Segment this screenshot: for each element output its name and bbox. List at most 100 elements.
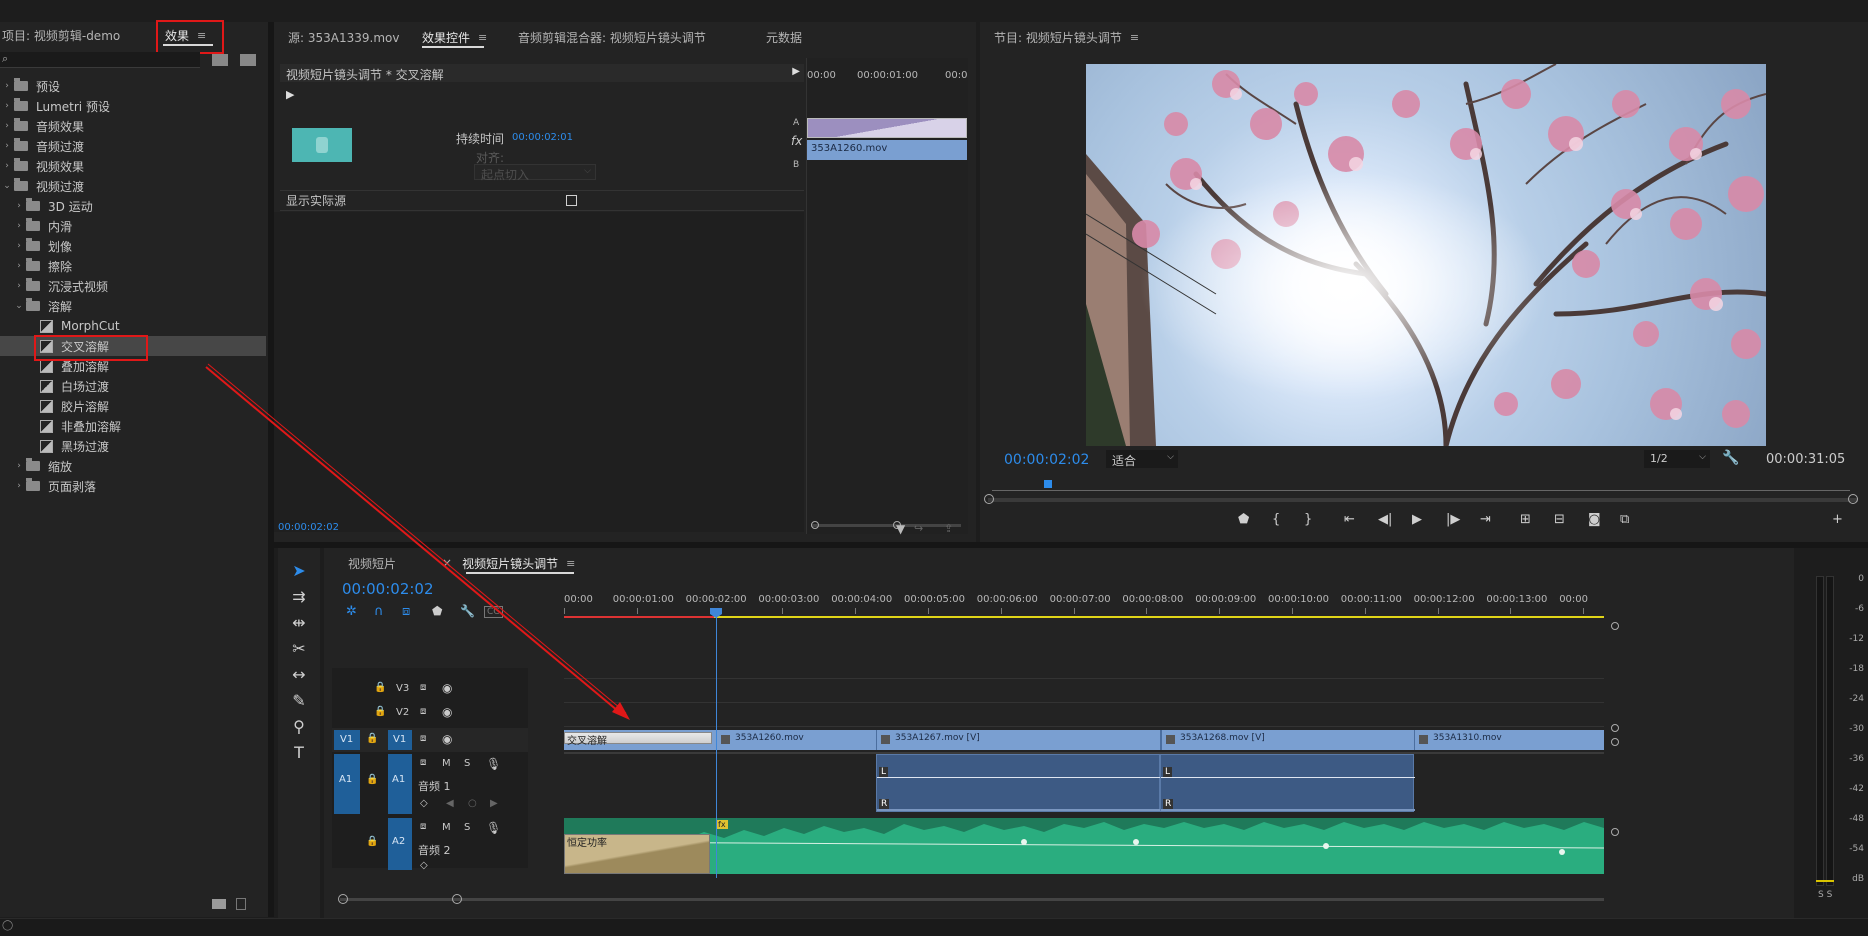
go-to-in-icon[interactable]: ⇤	[1344, 512, 1355, 527]
chevron-icon[interactable]: ›	[12, 461, 26, 471]
pen-tool-icon[interactable]: ✎	[288, 690, 310, 712]
tree-item[interactable]: ⌄ 溶解	[0, 296, 266, 316]
resolution-select[interactable]: 1/2 ⌵	[1644, 450, 1710, 468]
duration-value[interactable]: 00:00:02:01	[512, 132, 573, 143]
audio-clip-a1-2[interactable]: L R	[1160, 754, 1415, 812]
sync-lock-icon[interactable]: ⧈	[420, 733, 426, 744]
play-button-icon[interactable]: ▶	[1412, 512, 1422, 527]
microphone-icon[interactable]: 🎙	[486, 757, 501, 771]
audio-transition-block[interactable]: 恒定功率	[564, 834, 710, 874]
chevron-icon[interactable]: ›	[0, 161, 14, 171]
chevron-icon[interactable]: ›	[0, 101, 14, 111]
timeline-timecode[interactable]: 00:00:02:02	[342, 580, 434, 598]
chevron-icon[interactable]: ›	[12, 221, 26, 231]
play-preview-icon[interactable]: ▶	[286, 88, 294, 101]
program-timecode[interactable]: 00:00:02:02	[1004, 452, 1089, 468]
keyframe-diamond-icon[interactable]: ◇	[420, 860, 428, 871]
prev-keyframe-icon[interactable]: ◀	[446, 798, 454, 809]
add-marker-icon[interactable]: ⬟	[432, 604, 442, 618]
tree-item[interactable]: › 3D 运动	[0, 196, 266, 216]
sync-lock-icon[interactable]: ⧈	[420, 821, 426, 832]
tab-source[interactable]: 源: 353A1339.mov	[288, 26, 399, 48]
lift-icon[interactable]: ⊞	[1520, 512, 1531, 527]
sync-lock-icon[interactable]: ⧈	[420, 682, 426, 693]
tree-item[interactable]: › Lumetri 预设	[0, 96, 266, 116]
tree-item[interactable]: › 沉浸式视频	[0, 276, 266, 296]
microphone-icon[interactable]: 🎙	[486, 821, 501, 835]
lock-icon[interactable]: 🔒	[374, 706, 386, 717]
tree-item[interactable]: 非叠加溶解	[0, 416, 266, 436]
chevron-icon[interactable]: ›	[12, 281, 26, 291]
solo-button[interactable]: S	[464, 822, 470, 833]
video-clip-4[interactable]: 353A1310.mov	[1414, 730, 1604, 750]
eye-icon[interactable]: ◉	[442, 681, 452, 695]
eye-icon[interactable]: ◉	[442, 705, 452, 719]
chevron-icon[interactable]: ›	[12, 481, 26, 491]
track-v3-label[interactable]: V3	[396, 683, 409, 694]
selection-tool-icon[interactable]: ➤	[288, 560, 310, 582]
tree-item[interactable]: › 音频效果	[0, 116, 266, 136]
tab-sequence-1[interactable]: 视频短片	[348, 552, 396, 574]
lock-icon[interactable]: 🔒	[366, 733, 378, 744]
mark-in-icon[interactable]: {	[1272, 512, 1280, 527]
audio-clip-a2[interactable]: 恒定功率 fx	[564, 818, 1604, 874]
tree-item[interactable]: › 划像	[0, 236, 266, 256]
new-bin-icon[interactable]	[212, 54, 228, 66]
target-a2[interactable]: A2	[388, 818, 412, 870]
add-keyframe-icon[interactable]: ○	[468, 798, 477, 809]
tree-item[interactable]: › 内滑	[0, 216, 266, 236]
sync-lock-icon[interactable]: ⧈	[420, 706, 426, 717]
go-to-out-icon[interactable]: ⇥	[1480, 512, 1491, 527]
chevron-icon[interactable]: ⌄	[12, 301, 26, 311]
snap-icon[interactable]: ∩	[374, 604, 384, 619]
tree-item[interactable]: MorphCut	[0, 316, 266, 336]
add-button-icon[interactable]: +	[1832, 512, 1843, 527]
track-v2-label[interactable]: V2	[396, 707, 409, 718]
chevron-icon[interactable]: ›	[12, 241, 26, 251]
chevron-icon[interactable]: ›	[0, 141, 14, 151]
timeline-scrollbar[interactable]	[340, 898, 1604, 901]
step-forward-icon[interactable]: |▶	[1446, 512, 1460, 527]
eye-icon[interactable]: ◉	[442, 732, 452, 746]
video-clip-2[interactable]: 353A1267.mov [V]	[876, 730, 1160, 750]
video-clip-1[interactable]: 353A1260.mov	[716, 730, 876, 750]
lock-icon[interactable]: 🔒	[374, 682, 386, 693]
panel-menu-icon[interactable]: ≡	[478, 31, 487, 44]
tab-sequence-2[interactable]: × 视频短片镜头调节 ≡	[442, 552, 575, 574]
linked-selection-icon[interactable]: ⧈	[402, 604, 410, 619]
tree-item[interactable]: › 音频过渡	[0, 136, 266, 156]
extract-icon[interactable]: ⊟	[1554, 512, 1565, 527]
ripple-edit-tool-icon[interactable]: ⇹	[288, 612, 310, 634]
export-frame-icon[interactable]: ◙	[1588, 512, 1601, 527]
show-actual-source-checkbox[interactable]	[566, 195, 577, 206]
tree-item[interactable]: › 缩放	[0, 456, 266, 476]
panel-menu-icon[interactable]: ≡	[1130, 31, 1139, 44]
tree-item[interactable]: › 页面剥落	[0, 476, 266, 496]
chevron-icon[interactable]: ›	[0, 81, 14, 91]
program-zoom-bar[interactable]	[988, 498, 1858, 502]
loop-icon[interactable]: ↪	[914, 522, 923, 535]
tree-item[interactable]: 白场过渡	[0, 376, 266, 396]
delete-icon[interactable]	[236, 898, 246, 910]
program-title[interactable]: 节目: 视频短片镜头调节 ≡	[994, 26, 1139, 48]
tree-item[interactable]: › 视频效果	[0, 156, 266, 176]
chevron-icon[interactable]: ›	[0, 121, 14, 131]
tree-item[interactable]: 胶片溶解	[0, 396, 266, 416]
lock-icon[interactable]: 🔒	[366, 774, 378, 785]
align-select[interactable]: 起点切入 ⌵	[474, 164, 596, 182]
tab-project[interactable]: 项目: 视频剪辑-demo	[2, 24, 120, 46]
settings-wrench-icon[interactable]: 🔧	[460, 604, 475, 618]
chevron-icon[interactable]: ›	[12, 261, 26, 271]
source-patch-a1[interactable]: A1	[334, 754, 360, 814]
work-area-bar[interactable]	[564, 616, 1604, 618]
add-marker-icon[interactable]: ⬟	[1238, 512, 1249, 527]
effect-controls-timecode[interactable]: 00:00:02:02	[278, 522, 339, 533]
chevron-icon[interactable]: ⌄	[0, 181, 14, 191]
target-a1[interactable]: A1	[388, 754, 412, 814]
play-arrow-icon[interactable]: ▶	[792, 66, 800, 77]
tree-item[interactable]: › 擦除	[0, 256, 266, 276]
tree-item[interactable]: 黑场过渡	[0, 436, 266, 456]
close-icon[interactable]: ×	[442, 556, 452, 570]
mini-transition-bar[interactable]	[807, 118, 967, 138]
solo-button[interactable]: S	[464, 758, 470, 769]
